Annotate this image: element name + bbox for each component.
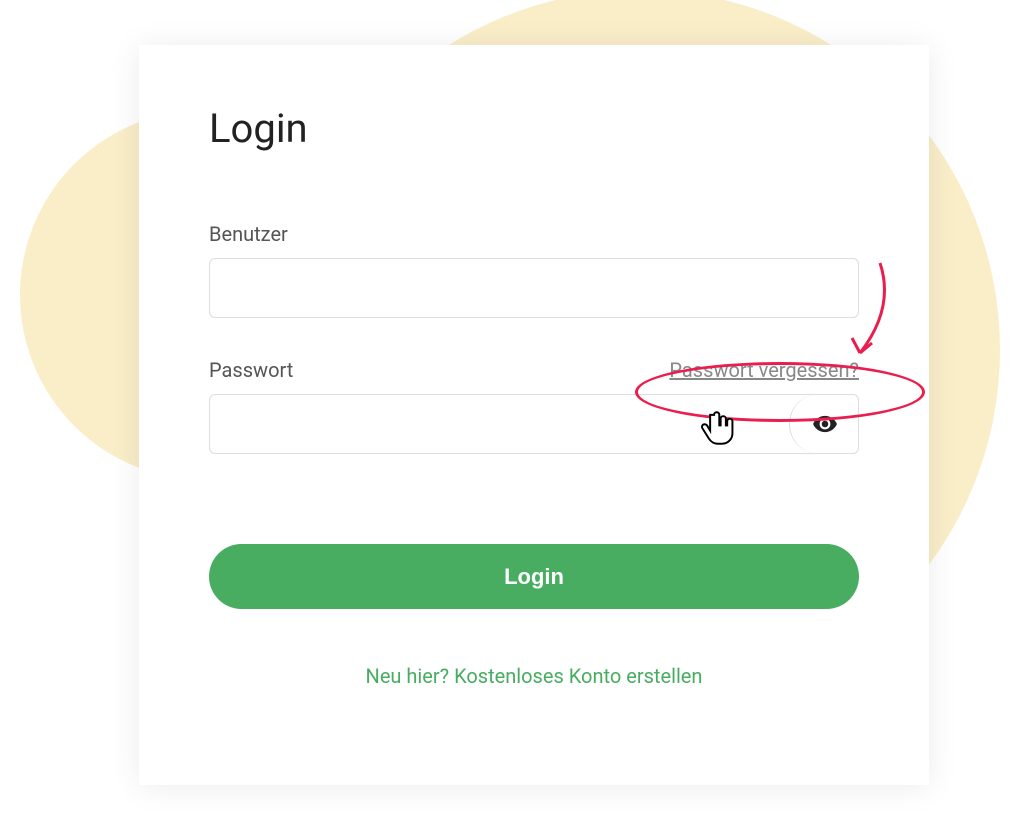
eye-icon bbox=[812, 411, 838, 437]
forgot-password-link[interactable]: Passwort vergessen? bbox=[669, 358, 859, 382]
password-input[interactable] bbox=[209, 394, 859, 454]
password-field-group: Passwort Passwort vergessen? bbox=[209, 358, 859, 454]
username-input[interactable] bbox=[209, 258, 859, 318]
login-card: Login Benutzer Passwort Passwort vergess… bbox=[139, 45, 929, 785]
password-label: Passwort bbox=[209, 358, 293, 382]
login-button[interactable]: Login bbox=[209, 544, 859, 609]
username-label: Benutzer bbox=[209, 222, 288, 246]
username-field-group: Benutzer bbox=[209, 222, 859, 318]
toggle-password-visibility-button[interactable] bbox=[789, 394, 859, 454]
signup-link[interactable]: Neu hier? Kostenloses Konto erstellen bbox=[209, 664, 859, 688]
page-title: Login bbox=[209, 105, 859, 152]
